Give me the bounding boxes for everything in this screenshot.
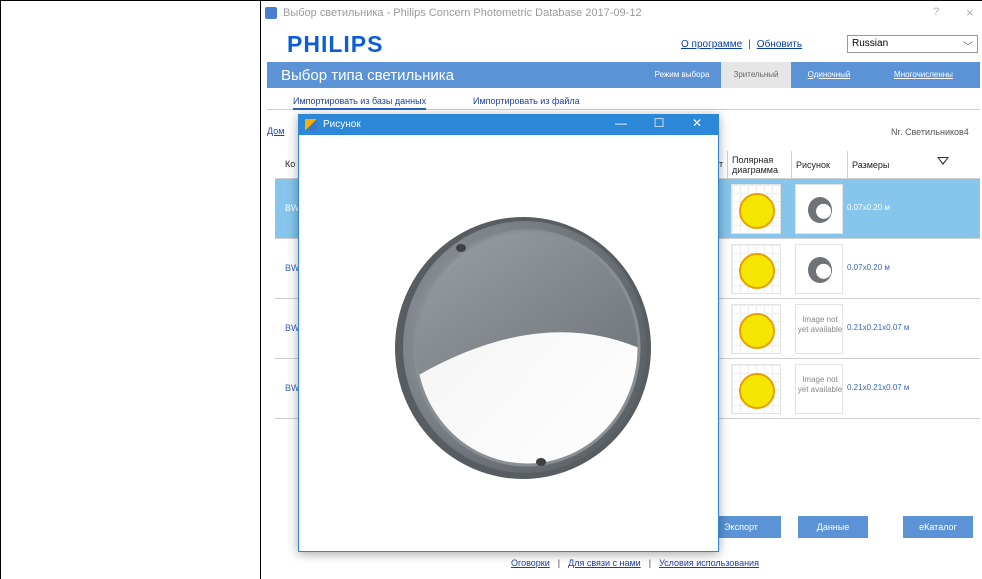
language-value: Russian: [852, 38, 889, 49]
footer-separator: |: [648, 558, 652, 568]
terms-link[interactable]: Условия использования: [659, 558, 759, 568]
luminaire-thumbnail: [795, 184, 843, 234]
luminaire-count: Nr. Светильников4: [891, 127, 969, 137]
row-dims: 0.21x0.21x0.07 м: [847, 383, 910, 392]
app-icon: [265, 7, 277, 19]
image-placeholder: Image not yet available: [795, 364, 843, 414]
tab-import-database[interactable]: Импортировать из базы данных: [293, 96, 427, 110]
dialog-title: Рисунок: [323, 119, 361, 130]
link-separator: |: [748, 39, 751, 50]
header-code: Ко: [285, 159, 296, 169]
window-title: Выбор светильника - Philips Concern Phot…: [283, 7, 642, 19]
image-unavailable-text: Image not yet available: [797, 375, 843, 394]
update-link[interactable]: Обновить: [757, 39, 802, 50]
sort-triangle-icon[interactable]: [937, 157, 949, 165]
polar-diagram-icon: [731, 364, 781, 414]
page-title: Выбор типа светильника: [281, 67, 454, 84]
tab-import-file[interactable]: Импортировать из файла: [473, 96, 580, 106]
footer-separator: |: [557, 558, 561, 568]
tab-visual[interactable]: Зрительный: [721, 62, 791, 88]
tab-selection-mode[interactable]: Режим выбора: [647, 62, 717, 88]
help-button[interactable]: ?: [933, 6, 939, 18]
polar-diagram-icon: [731, 304, 781, 354]
luminaire-photo: [395, 217, 651, 479]
philips-logo: PHILIPS: [287, 31, 384, 57]
about-link[interactable]: О программе: [681, 39, 742, 50]
row-dims: 0.21x0.21x0.07 м: [847, 323, 910, 332]
polar-diagram-icon: [731, 244, 781, 294]
tab-multiple[interactable]: Многочисленны: [867, 62, 980, 88]
minimize-button[interactable]: —: [611, 116, 631, 130]
dialog-close-button[interactable]: ✕: [687, 116, 707, 130]
maximize-button[interactable]: ☐: [649, 116, 669, 130]
header-partial: т: [719, 159, 724, 169]
language-select[interactable]: Russian ﹀: [847, 35, 978, 53]
header-polar: Полярная диаграмма: [727, 151, 791, 179]
polar-diagram-icon: [731, 184, 781, 234]
data-button[interactable]: Данные: [798, 516, 868, 538]
luminaire-thumbnail: [795, 244, 843, 294]
header-dims: Размеры: [847, 151, 980, 179]
luminaire-image: [299, 136, 718, 551]
image-unavailable-text: Image not yet available: [797, 315, 843, 334]
top-links: О программе | Обновить: [681, 39, 802, 50]
row-dims: 0.07x0.20 м: [847, 263, 890, 272]
close-button[interactable]: ×: [966, 5, 974, 20]
header-picture: Рисунок: [791, 151, 847, 179]
breadcrumb[interactable]: Дом: [267, 126, 284, 136]
import-tabs: Импортировать из базы данных Импортирова…: [267, 94, 980, 110]
chevron-down-icon: ﹀: [963, 42, 973, 53]
row-dims: 0.07x0.20 м: [847, 203, 890, 212]
header-bar: Выбор типа светильника Режим выбора Зрит…: [267, 62, 980, 88]
picture-dialog: Рисунок — ☐ ✕: [298, 114, 719, 552]
tab-single[interactable]: Одиночный: [795, 62, 863, 88]
contact-link[interactable]: Для связи с нами: [568, 558, 641, 568]
disclaimer-link[interactable]: Оговорки: [511, 558, 550, 568]
picture-icon: [305, 119, 317, 131]
ecatalog-button[interactable]: еКаталог: [903, 516, 973, 538]
image-placeholder: Image not yet available: [795, 304, 843, 354]
dialog-titlebar[interactable]: Рисунок — ☐ ✕: [299, 115, 718, 135]
window-titlebar: Выбор светильника - Philips Concern Phot…: [261, 5, 982, 23]
footer-links: Оговорки | Для связи с нами | Условия исполь…: [511, 558, 759, 568]
